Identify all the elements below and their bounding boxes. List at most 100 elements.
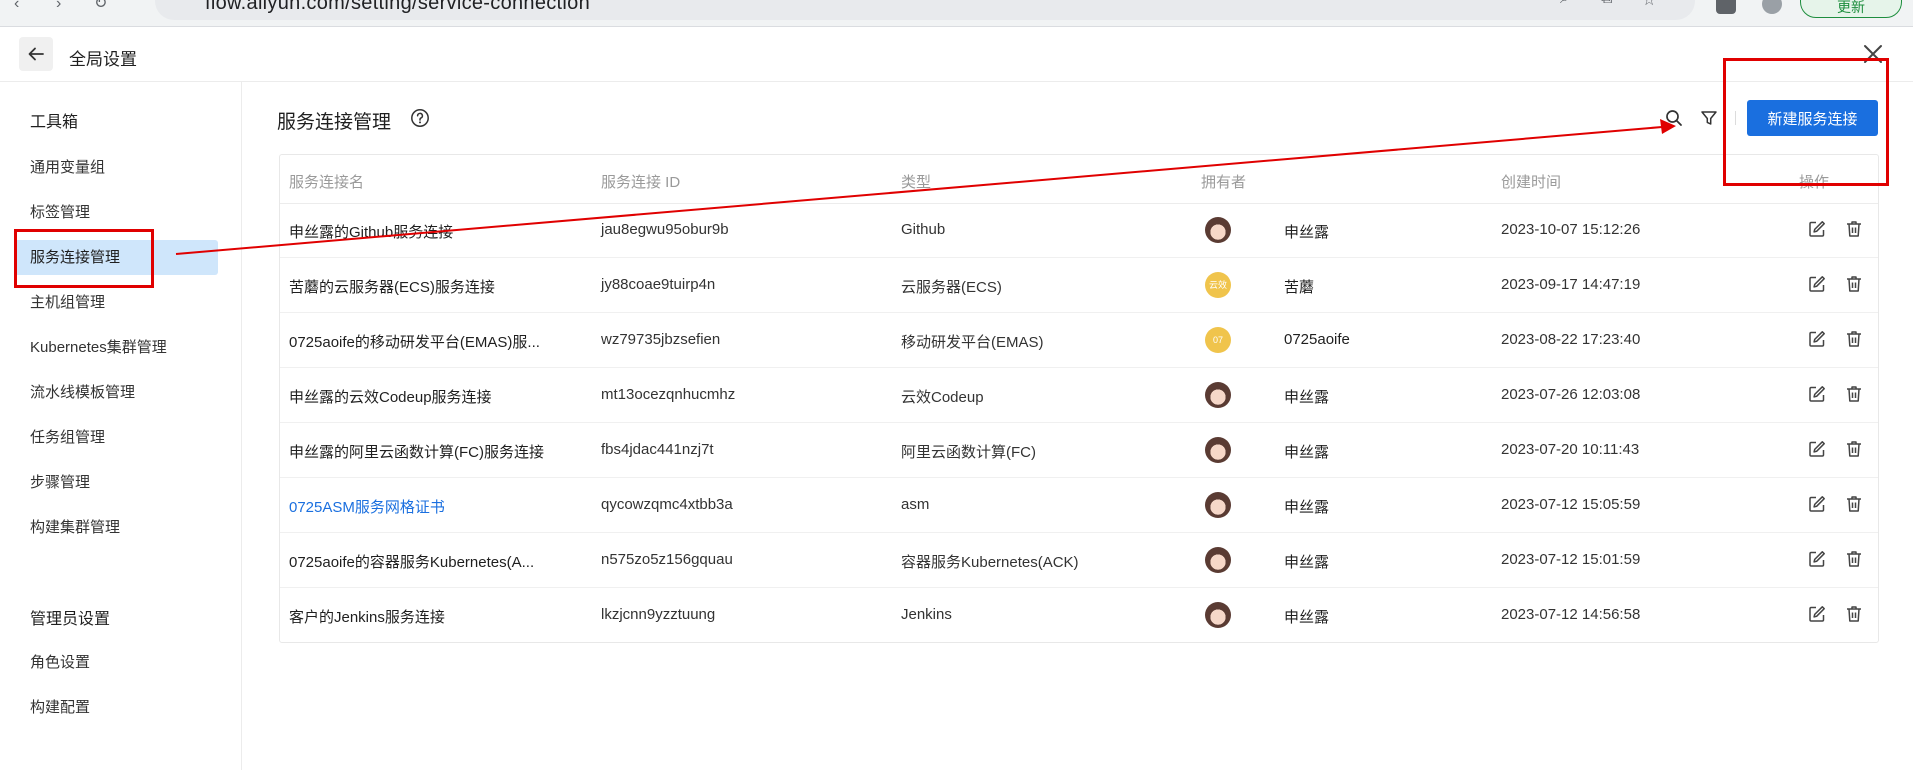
created-time: 2023-10-07 15:12:26 — [1501, 221, 1641, 238]
page-title: 服务连接管理 — [277, 112, 392, 133]
connection-name[interactable]: 申丝露的Github服务连接 — [289, 221, 453, 242]
created-time: 2023-07-12 15:01:59 — [1501, 551, 1641, 568]
edit-icon[interactable] — [1807, 219, 1827, 239]
owner-avatar — [1205, 492, 1231, 518]
owner-avatar: 07 — [1205, 327, 1231, 353]
sidebar-item-task-groups[interactable]: 任务组管理 — [14, 420, 218, 455]
delete-icon[interactable] — [1844, 384, 1864, 404]
browser-toolbar: ‹ › ↻ flow.aliyun.com/setting/service-co… — [0, 0, 1913, 27]
browser-share-icon[interactable]: ⧉ — [1601, 0, 1612, 8]
address-bar-url[interactable]: flow.aliyun.com/setting/service-connecti… — [205, 0, 590, 15]
delete-icon[interactable] — [1844, 549, 1864, 569]
connection-name[interactable]: 客户的Jenkins服务连接 — [289, 606, 445, 627]
sidebar-item-variable-groups[interactable]: 通用变量组 — [14, 150, 218, 185]
table-row[interactable]: 0725aoife的移动研发平台(EMAS)服... wz79735jbzsef… — [280, 313, 1878, 368]
created-time: 2023-08-22 17:23:40 — [1501, 331, 1641, 348]
edit-icon[interactable] — [1807, 494, 1827, 514]
browser-back-icon[interactable]: ‹ — [14, 0, 19, 12]
connection-type: 阿里云函数计算(FC) — [901, 444, 1036, 461]
browser-update-button[interactable]: 更新 — [1800, 0, 1902, 18]
connection-name[interactable]: 申丝露的阿里云函数计算(FC)服务连接 — [289, 441, 544, 462]
table-row[interactable]: 申丝露的阿里云函数计算(FC)服务连接 fbs4jdac441nzj7t 阿里云… — [280, 423, 1878, 478]
table-row[interactable]: 0725aoife的容器服务Kubernetes(A... n575zo5z15… — [280, 533, 1878, 588]
owner-name: 0725aoife — [1284, 331, 1350, 348]
owner-name: 申丝露 — [1284, 444, 1330, 461]
edit-icon[interactable] — [1807, 384, 1827, 404]
created-time: 2023-07-12 14:56:58 — [1501, 606, 1641, 623]
owner-name: 申丝露 — [1284, 389, 1330, 406]
bookmark-star-icon[interactable]: ☆ — [1642, 0, 1656, 10]
owner-avatar — [1205, 547, 1231, 573]
edit-icon[interactable] — [1807, 604, 1827, 624]
browser-extension-icon[interactable] — [1716, 0, 1736, 14]
delete-icon[interactable] — [1844, 439, 1864, 459]
help-circle-icon[interactable] — [410, 108, 430, 128]
sidebar-item-build-config[interactable]: 构建配置 — [14, 690, 218, 725]
owner-avatar — [1205, 382, 1231, 408]
sidebar-section-toolbox: 工具箱 — [30, 114, 79, 131]
connection-type: 容器服务Kubernetes(ACK) — [901, 554, 1079, 571]
new-service-connection-button[interactable]: 新建服务连接 — [1747, 100, 1878, 136]
delete-icon[interactable] — [1844, 274, 1864, 294]
created-time: 2023-07-26 12:03:08 — [1501, 386, 1641, 403]
close-icon[interactable] — [1862, 43, 1884, 65]
owner-name: 苦蘑 — [1284, 279, 1315, 296]
connection-id: n575zo5z156gquau — [601, 551, 733, 568]
table-row[interactable]: 申丝露的云效Codeup服务连接 mt13ocezqnhucmhz 云效Code… — [280, 368, 1878, 423]
connection-id: jy88coae9tuirp4n — [601, 276, 716, 293]
delete-icon[interactable] — [1844, 329, 1864, 349]
owner-name: 申丝露 — [1284, 499, 1330, 516]
table-header: 服务连接名 服务连接 ID 类型 拥有者 创建时间 操作 — [280, 155, 1878, 204]
search-icon[interactable] — [1664, 108, 1684, 128]
connection-id: wz79735jbzsefien — [601, 331, 721, 348]
sidebar-item-kubernetes-clusters[interactable]: Kubernetes集群管理 — [14, 330, 218, 365]
table-row[interactable]: 客户的Jenkins服务连接 lkzjcnn9yzztuung Jenkins … — [280, 588, 1878, 643]
sidebar-item-steps[interactable]: 步骤管理 — [14, 465, 218, 500]
created-time: 2023-09-17 14:47:19 — [1501, 276, 1641, 293]
sidebar-item-host-groups[interactable]: 主机组管理 — [14, 285, 218, 320]
owner-avatar — [1205, 602, 1231, 628]
connection-type: asm — [901, 496, 930, 513]
connection-name-link[interactable]: 0725ASM服务网格证书 — [289, 496, 445, 517]
edit-icon[interactable] — [1807, 274, 1827, 294]
settings-header: 全局设置 — [0, 27, 1913, 82]
back-button[interactable] — [19, 37, 53, 71]
delete-icon[interactable] — [1844, 494, 1864, 514]
connection-id: mt13ocezqnhucmhz — [601, 386, 736, 403]
sidebar-item-tags[interactable]: 标签管理 — [14, 195, 218, 230]
table-row[interactable]: 0725ASM服务网格证书 qycowzqmc4xtbb3a asm 申丝露 2… — [280, 478, 1878, 533]
created-time: 2023-07-20 10:11:43 — [1501, 441, 1640, 458]
browser-reload-icon[interactable]: ↻ — [94, 0, 107, 12]
filter-icon[interactable] — [1699, 108, 1719, 128]
connection-name[interactable]: 申丝露的云效Codeup服务连接 — [289, 386, 492, 407]
connection-type: 云效Codeup — [901, 389, 984, 406]
owner-avatar — [1205, 437, 1231, 463]
owner-name: 申丝露 — [1284, 224, 1330, 241]
browser-forward-icon[interactable]: › — [56, 0, 61, 12]
sidebar-item-pipeline-templates[interactable]: 流水线模板管理 — [14, 375, 218, 410]
edit-icon[interactable] — [1807, 329, 1827, 349]
profile-avatar-icon[interactable] — [1762, 0, 1782, 14]
table-row[interactable]: 苦蘑的云服务器(ECS)服务连接 jy88coae9tuirp4n 云服务器(E… — [280, 258, 1878, 313]
delete-icon[interactable] — [1844, 219, 1864, 239]
arrow-left-icon — [28, 47, 44, 61]
connection-id: lkzjcnn9yzztuung — [601, 606, 716, 623]
settings-sidebar: 工具箱 通用变量组 标签管理 服务连接管理 主机组管理 Kubernetes集群… — [0, 82, 242, 770]
sidebar-item-build-clusters[interactable]: 构建集群管理 — [14, 510, 218, 545]
column-header-owner: 拥有者 — [1201, 174, 1247, 191]
table-row[interactable]: 申丝露的Github服务连接 jau8egwu95obur9b Github 申… — [280, 203, 1878, 258]
connection-name[interactable]: 苦蘑的云服务器(ECS)服务连接 — [289, 276, 495, 297]
browser-search-icon[interactable]: ⌕ — [1560, 0, 1569, 8]
edit-icon[interactable] — [1807, 439, 1827, 459]
edit-icon[interactable] — [1807, 549, 1827, 569]
sidebar-item-service-connections[interactable]: 服务连接管理 — [14, 240, 218, 275]
connection-id: jau8egwu95obur9b — [601, 221, 729, 238]
owner-avatar: 云效 — [1205, 272, 1231, 298]
column-header-name: 服务连接名 — [289, 174, 365, 191]
address-bar[interactable]: flow.aliyun.com/setting/service-connecti… — [155, 0, 1695, 20]
sidebar-item-roles[interactable]: 角色设置 — [14, 645, 218, 680]
connection-name[interactable]: 0725aoife的容器服务Kubernetes(A... — [289, 551, 534, 572]
delete-icon[interactable] — [1844, 604, 1864, 624]
connection-name[interactable]: 0725aoife的移动研发平台(EMAS)服... — [289, 331, 540, 352]
connection-id: qycowzqmc4xtbb3a — [601, 496, 733, 513]
